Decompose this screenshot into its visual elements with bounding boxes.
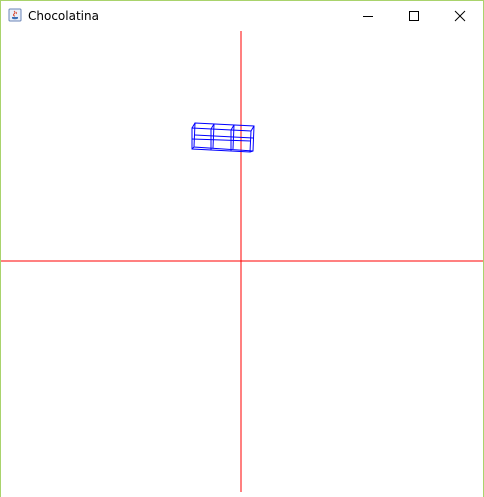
status-strip — [1, 492, 483, 497]
close-button[interactable] — [437, 1, 483, 31]
minimize-button[interactable] — [345, 1, 391, 31]
maximize-button[interactable] — [391, 1, 437, 31]
close-icon — [454, 10, 466, 22]
maximize-icon — [409, 11, 419, 21]
drawing-canvas[interactable] — [1, 31, 483, 492]
title-bar[interactable]: Chocolatina — [1, 1, 483, 31]
app-window: Chocolatina — [0, 0, 484, 497]
window-title: Chocolatina — [28, 9, 99, 23]
minimize-icon — [363, 16, 373, 17]
java-icon[interactable] — [8, 8, 22, 22]
wireframe-chocolate-bar — [191, 122, 255, 153]
